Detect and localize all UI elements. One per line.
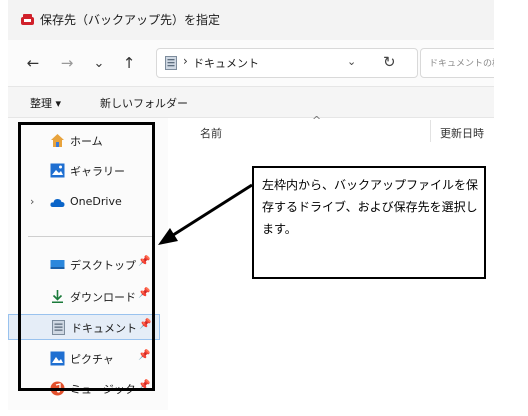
column-divider[interactable] (430, 120, 431, 142)
annotation-callout: 左枠内から、バックアップファイルを保存するドライブ、および保存先を選択します。 (252, 166, 486, 279)
breadcrumb-documents[interactable]: ドキュメント (193, 55, 259, 71)
sidebar-highlight-frame (18, 122, 155, 391)
refresh-icon[interactable]: ↻ (383, 53, 396, 71)
column-header-modified-date[interactable]: 更新日時 (440, 125, 484, 141)
back-button[interactable]: ← (22, 52, 44, 74)
command-bar: 整理 ▾ 新しいフォルダー (8, 86, 494, 118)
navigation-bar: ← → ⌄ ↑ › ドキュメント ⌄ ↻ ドキュメントの検 (8, 40, 494, 86)
new-folder-button[interactable]: 新しいフォルダー (100, 95, 188, 111)
organize-button[interactable]: 整理 ▾ (30, 95, 61, 111)
document-icon (165, 56, 177, 70)
annotation-text: 左枠内から、バックアップファイルを保存するドライブ、および保存先を選択します。 (262, 178, 479, 236)
up-button[interactable]: ↑ (118, 52, 140, 74)
search-placeholder: ドキュメントの検 (429, 59, 494, 69)
search-box[interactable]: ドキュメントの検 (420, 48, 494, 78)
sort-ascending-icon[interactable]: ^ (312, 114, 321, 127)
recent-locations-button[interactable]: ⌄ (88, 52, 110, 74)
breadcrumb-separator: › (183, 54, 188, 68)
column-header-name[interactable]: 名前 (200, 125, 222, 141)
forward-button[interactable]: → (56, 52, 78, 74)
app-icon (21, 14, 34, 25)
address-dropdown-icon[interactable]: ⌄ (347, 55, 356, 68)
window-title: 保存先（バックアップ先）を指定 (40, 13, 221, 27)
title-bar: 保存先（バックアップ先）を指定 (8, 0, 494, 40)
address-bar[interactable]: › ドキュメント ⌄ ↻ (156, 48, 418, 78)
